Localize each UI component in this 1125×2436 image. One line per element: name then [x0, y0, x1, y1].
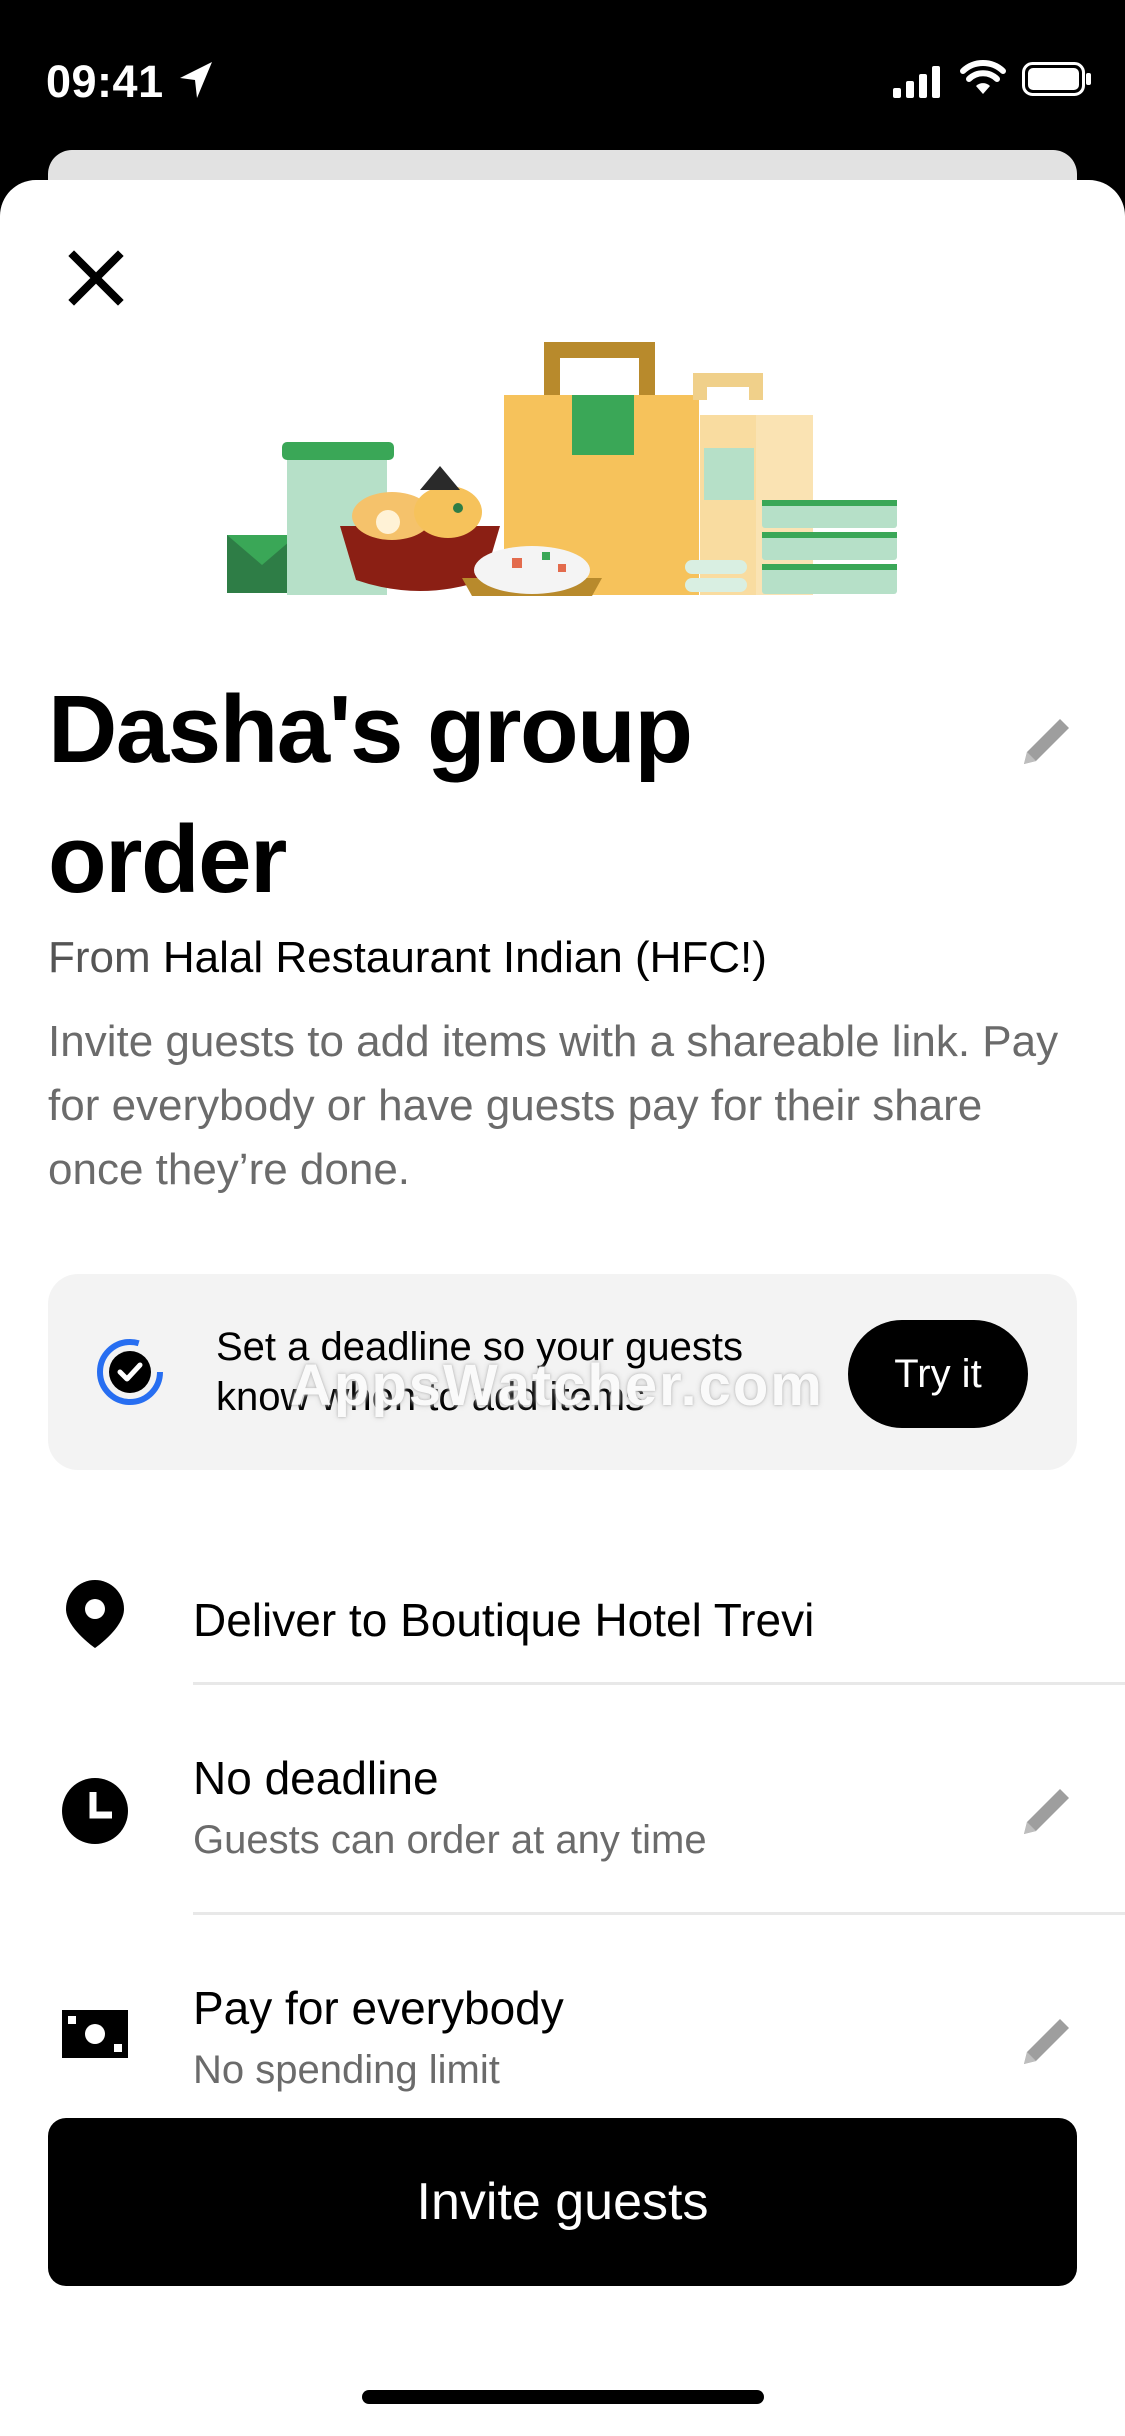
order-description: Invite guests to add items with a sharea… — [48, 1017, 1059, 1194]
edit-payment-button[interactable] — [1016, 2010, 1078, 2077]
delivery-address: Deliver to Boutique Hotel Trevi — [193, 1594, 815, 1646]
location-pin-icon — [60, 1576, 130, 1657]
pencil-icon — [1024, 719, 1069, 764]
cash-icon — [60, 2006, 130, 2067]
delivery-row[interactable]: Deliver to Boutique Hotel Trevi — [0, 1520, 1125, 1670]
payment-row[interactable]: Pay for everybody No spending limit — [0, 1930, 1125, 2130]
clock-icon — [60, 1776, 130, 1851]
pencil-icon — [1024, 1789, 1069, 1834]
restaurant-name: Halal Restaurant Indian (HFC!) — [162, 933, 767, 982]
payment-title: Pay for everybody — [193, 1982, 564, 2034]
location-arrow-icon — [178, 60, 214, 105]
close-button[interactable] — [58, 240, 134, 316]
food-bags-illustration — [227, 342, 897, 596]
deadline-title: No deadline — [193, 1752, 439, 1804]
deadline-row[interactable]: No deadline Guests can order at any time — [0, 1700, 1125, 1900]
watermark: AppsWatcher.com — [290, 1353, 824, 1418]
status-bar: 09:41 — [0, 0, 1125, 150]
edit-deadline-button[interactable] — [1016, 1780, 1078, 1847]
try-it-button[interactable]: Try it — [848, 1320, 1028, 1428]
battery-icon — [1022, 62, 1092, 101]
invite-guests-button[interactable]: Invite guests — [48, 2118, 1077, 2286]
divider — [193, 1912, 1125, 1915]
from-prefix: From — [48, 933, 151, 982]
wifi-icon — [960, 60, 1006, 101]
close-icon — [68, 250, 124, 306]
deadline-check-icon — [96, 1338, 164, 1411]
payment-subtitle: No spending limit — [193, 2048, 500, 2092]
edit-title-button[interactable] — [1016, 710, 1078, 777]
status-time: 09:41 — [46, 56, 164, 107]
home-indicator — [362, 2390, 764, 2404]
group-order-sheet: Dasha's group order From Halal Restauran… — [0, 180, 1125, 2436]
divider — [193, 1682, 1125, 1685]
deadline-subtitle: Guests can order at any time — [193, 1818, 707, 1862]
restaurant-line: From Halal Restaurant Indian (HFC!) — [48, 930, 767, 986]
page-title: Dasha's group order — [48, 676, 693, 913]
signal-icon — [893, 66, 943, 103]
pencil-icon — [1024, 2019, 1069, 2064]
